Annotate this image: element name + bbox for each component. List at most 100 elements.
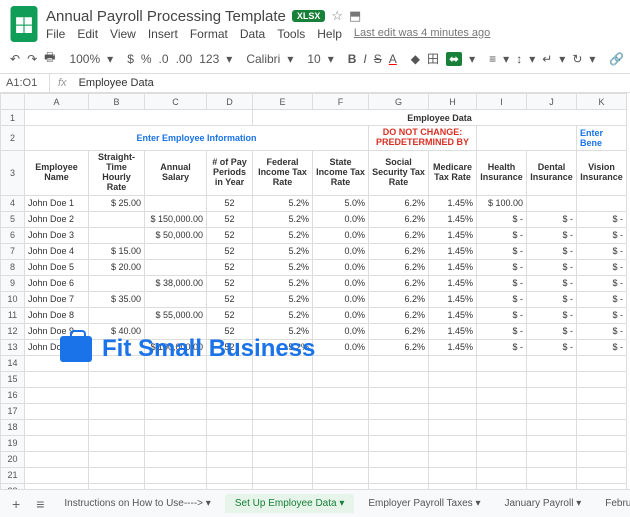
menu-help[interactable]: Help [317, 27, 342, 41]
last-edit[interactable]: Last edit was 4 minutes ago [354, 27, 490, 41]
cell[interactable]: $ 100.00 [477, 195, 527, 211]
cell[interactable] [89, 467, 145, 483]
text-color-icon[interactable]: A [389, 52, 397, 66]
cell[interactable] [25, 403, 89, 419]
cell[interactable]: 7 [1, 243, 25, 259]
cell[interactable]: 6.2% [369, 339, 429, 355]
cell[interactable] [369, 419, 429, 435]
cell[interactable]: $ - [577, 339, 627, 355]
italic-icon[interactable]: I [363, 52, 366, 66]
cell[interactable] [313, 467, 369, 483]
cell[interactable] [369, 355, 429, 371]
cell[interactable]: Social Security Tax Rate [369, 151, 429, 196]
cell[interactable]: $ - [477, 243, 527, 259]
cell[interactable] [145, 291, 207, 307]
cell[interactable]: 0.0% [313, 243, 369, 259]
cell[interactable]: H [429, 94, 477, 110]
cell[interactable] [145, 467, 207, 483]
cell[interactable]: 6.2% [369, 227, 429, 243]
cell[interactable] [577, 403, 627, 419]
cell[interactable]: 1.45% [429, 227, 477, 243]
font-select[interactable]: Calibri [246, 52, 280, 66]
cell[interactable]: $ - [527, 307, 577, 323]
cell[interactable] [25, 371, 89, 387]
cell[interactable] [145, 243, 207, 259]
cell[interactable] [89, 403, 145, 419]
cell[interactable]: John Doe 4 [25, 243, 89, 259]
cell[interactable] [477, 387, 527, 403]
cell[interactable]: 5 [1, 211, 25, 227]
fill-color-icon[interactable]: ◆ [411, 52, 420, 66]
cell[interactable] [429, 467, 477, 483]
cell[interactable]: $ 15.00 [89, 243, 145, 259]
cell[interactable] [369, 435, 429, 451]
cloud-icon[interactable]: ⬒ [349, 8, 361, 24]
cell[interactable]: 52 [207, 243, 253, 259]
cell[interactable]: $ - [477, 339, 527, 355]
cell[interactable] [313, 419, 369, 435]
cell[interactable]: 15 [1, 371, 25, 387]
cell[interactable] [369, 403, 429, 419]
chevron-down-icon[interactable]: ▾ [226, 52, 232, 66]
cell[interactable]: 0.0% [313, 339, 369, 355]
cell[interactable] [207, 467, 253, 483]
cell[interactable]: 5.2% [253, 307, 313, 323]
undo-icon[interactable]: ↶ [10, 52, 20, 66]
redo-icon[interactable]: ↷ [27, 52, 37, 66]
cell[interactable]: $ - [577, 227, 627, 243]
cell[interactable] [477, 467, 527, 483]
cell[interactable]: J [527, 94, 577, 110]
cell[interactable] [25, 419, 89, 435]
cell[interactable]: 3 [1, 151, 25, 196]
merge-icon[interactable]: ⬌ [446, 52, 462, 66]
cell[interactable]: 5.2% [253, 243, 313, 259]
cell[interactable]: 11 [1, 307, 25, 323]
cell[interactable]: Annual Salary [145, 151, 207, 196]
cell[interactable] [313, 451, 369, 467]
cell[interactable]: 6.2% [369, 195, 429, 211]
cell[interactable]: 6.2% [369, 275, 429, 291]
cell[interactable] [89, 387, 145, 403]
cell[interactable] [25, 435, 89, 451]
cell[interactable]: $ - [527, 259, 577, 275]
cell[interactable] [477, 355, 527, 371]
cell[interactable]: 1.45% [429, 291, 477, 307]
cell[interactable]: 5.2% [253, 227, 313, 243]
chevron-down-icon[interactable]: ▾ [328, 52, 334, 66]
cell[interactable]: 5.2% [253, 259, 313, 275]
cell[interactable]: G [369, 94, 429, 110]
cell[interactable] [429, 403, 477, 419]
cell[interactable]: $ - [577, 275, 627, 291]
menu-edit[interactable]: Edit [77, 27, 98, 41]
sheet-area[interactable]: ABCDEFGHIJK1Employee Data2Enter Employee… [0, 93, 630, 489]
cell[interactable] [429, 419, 477, 435]
cell[interactable] [253, 419, 313, 435]
cell[interactable] [207, 435, 253, 451]
cell[interactable] [527, 195, 577, 211]
cell[interactable]: I [477, 94, 527, 110]
doc-title[interactable]: Annual Payroll Processing Template [46, 8, 286, 25]
cell[interactable] [527, 419, 577, 435]
cell[interactable]: D [207, 94, 253, 110]
chevron-down-icon[interactable]: ▾ [469, 52, 475, 66]
cell[interactable]: $ - [577, 291, 627, 307]
cell[interactable] [145, 371, 207, 387]
zoom[interactable]: 100% [69, 52, 100, 66]
cell[interactable]: Employee Name [25, 151, 89, 196]
cell[interactable]: 21 [1, 467, 25, 483]
cell[interactable]: Health Insurance [477, 151, 527, 196]
cell[interactable]: 1.45% [429, 259, 477, 275]
cell[interactable]: $ - [527, 339, 577, 355]
cell[interactable] [477, 126, 577, 151]
cell[interactable] [577, 435, 627, 451]
cell[interactable]: $ - [577, 323, 627, 339]
cell[interactable] [477, 451, 527, 467]
chevron-down-icon[interactable]: ▾ [503, 52, 509, 66]
cell[interactable] [89, 211, 145, 227]
cell[interactable] [577, 419, 627, 435]
cell[interactable]: 6.2% [369, 243, 429, 259]
dec-increase-icon[interactable]: .00 [176, 52, 193, 66]
cell[interactable]: $ - [477, 291, 527, 307]
cell[interactable]: 1.45% [429, 307, 477, 323]
cell[interactable]: 8 [1, 259, 25, 275]
